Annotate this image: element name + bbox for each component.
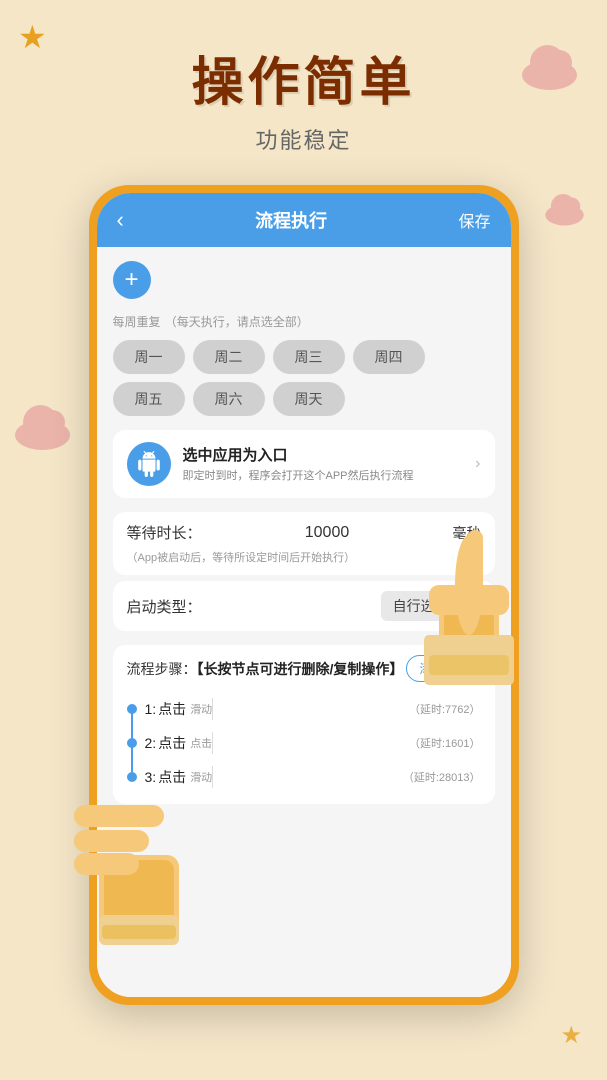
entry-arrow-icon: › <box>475 455 480 473</box>
app-header: ‹ 流程执行 保存 <box>97 193 511 247</box>
day-sunday[interactable]: 周天 <box>273 382 345 416</box>
star-decoration-br: ★ <box>560 1021 582 1050</box>
step-3-delay: （延时:28013） <box>403 769 481 785</box>
entry-text: 选中应用为入口 即定时到时，程序会打开这个APP然后执行流程 <box>183 444 414 484</box>
day-friday[interactable]: 周五 <box>113 382 185 416</box>
main-title: 操作简单 <box>0 40 607 115</box>
day-tuesday[interactable]: 周二 <box>193 340 265 374</box>
cloud-decoration-ml <box>15 420 70 450</box>
entry-title: 选中应用为入口 <box>183 444 414 465</box>
day-grid: 周一 周二 周三 周四 周五 周六 周天 <box>113 340 495 416</box>
app-title: 流程执行 <box>255 207 327 233</box>
step-1-index: 1: <box>145 701 157 717</box>
entry-description: 即定时到时，程序会打开这个APP然后执行流程 <box>183 469 414 484</box>
step-item-2: 2: 点击 点击 （延时:1601） <box>127 726 481 760</box>
hand-right-decoration <box>409 525 529 685</box>
step-dot-3 <box>127 772 137 782</box>
start-type-label: 启动类型： <box>127 596 202 617</box>
back-button[interactable]: ‹ <box>117 207 124 233</box>
sub-title: 功能稳定 <box>0 123 607 155</box>
step-3-sub: 滑动 <box>190 769 212 785</box>
hand-left-decoration <box>74 785 204 945</box>
step-2-index: 2: <box>145 735 157 751</box>
step-2-delay: （延时:1601） <box>409 735 481 751</box>
steps-title: 流程步骤：【长按节点可进行删除/复制操作】 <box>127 659 404 679</box>
day-thursday[interactable]: 周四 <box>353 340 425 374</box>
step-2-sub: 点击 <box>190 735 212 751</box>
step-3-action: 点击 <box>158 767 186 787</box>
step-item-1: 1: 点击 滑动 （延时:7762） <box>127 692 481 726</box>
android-icon <box>127 442 171 486</box>
step-1-action: 点击 <box>158 699 186 719</box>
save-button[interactable]: 保存 <box>458 208 490 232</box>
wait-label: 等待时长： <box>127 522 202 543</box>
app-entry-card[interactable]: 选中应用为入口 即定时到时，程序会打开这个APP然后执行流程 › <box>113 430 495 498</box>
step-3-index: 3: <box>145 769 157 785</box>
day-wednesday[interactable]: 周三 <box>273 340 345 374</box>
step-1-sub: 滑动 <box>190 701 212 717</box>
step-2-action: 点击 <box>158 733 186 753</box>
weekly-repeat-label: 每周重复 （每天执行，请点选全部） <box>113 313 495 330</box>
day-saturday[interactable]: 周六 <box>193 382 265 416</box>
wait-value[interactable]: 10000 <box>305 524 350 542</box>
plus-icon: + <box>124 266 138 294</box>
phone-mockup: ‹ 流程执行 保存 + 每周重复 （每天执行，请点选全部） 周一 周二 周 <box>89 185 519 1005</box>
add-button[interactable]: + <box>113 261 151 299</box>
step-1-delay: （延时:7762） <box>409 701 481 717</box>
header-section: 操作简单 功能稳定 <box>0 0 607 155</box>
cloud-decoration-mr <box>537 200 592 230</box>
day-monday[interactable]: 周一 <box>113 340 185 374</box>
